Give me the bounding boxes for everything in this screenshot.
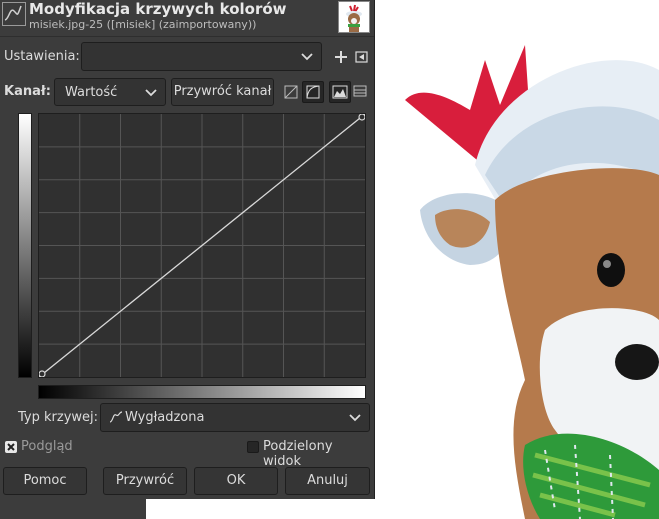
cancel-button[interactable]: Anuluj <box>285 467 370 495</box>
curve-control-point[interactable] <box>39 370 46 377</box>
preview-label: Podgląd <box>21 439 73 454</box>
split-view-checkbox[interactable] <box>247 441 259 453</box>
channel-value: Wartość <box>65 85 118 100</box>
split-view-label: Podzielony widok <box>263 439 333 469</box>
reindeer-plush-image <box>375 0 659 519</box>
histogram-icon[interactable] <box>329 81 351 103</box>
ok-button[interactable]: OK <box>194 467 278 495</box>
smooth-curve-icon <box>109 410 123 428</box>
curves-dialog: Modyfikacja krzywych kolorów misiek.jpg-… <box>0 0 375 499</box>
channel-combo[interactable]: Wartość <box>54 78 166 106</box>
reset-button[interactable]: Przywróć <box>103 467 187 495</box>
help-button[interactable]: Pomoc <box>3 467 87 495</box>
dialog-title: Modyfikacja krzywych kolorów <box>29 0 287 18</box>
reset-channel-button[interactable]: Przywróć kanał <box>171 78 274 106</box>
output-gradient-bar <box>18 113 32 378</box>
preview-checkbox[interactable] <box>5 441 17 453</box>
linear-histogram-icon[interactable] <box>280 81 302 103</box>
header-separator <box>0 36 374 37</box>
curve-type-label: Typ krzywej: <box>18 410 99 425</box>
image-thumbnail <box>338 1 370 33</box>
curve-type-value: Wygładzona <box>125 410 205 425</box>
chevron-down-icon <box>145 87 157 102</box>
add-icon[interactable] <box>330 46 352 68</box>
curves-icon <box>2 2 26 26</box>
dialog-subtitle: misiek.jpg-25 ([misiek] (zaimportowany)) <box>29 18 257 31</box>
curve-canvas[interactable] <box>39 114 365 377</box>
bars-icon[interactable] <box>350 81 372 103</box>
settings-label: Ustawienia: <box>4 49 80 64</box>
window-bottom-edge <box>0 499 146 519</box>
log-histogram-icon[interactable] <box>302 81 324 103</box>
curve-control-point[interactable] <box>358 114 365 121</box>
curve-type-combo[interactable]: Wygładzona <box>100 403 370 432</box>
settings-combo[interactable] <box>81 42 322 71</box>
chevron-down-icon <box>301 51 313 66</box>
curve-editor[interactable] <box>38 113 366 378</box>
channel-label: Kanał: <box>4 84 51 99</box>
chevron-down-icon <box>349 412 361 427</box>
menu-arrow-icon[interactable] <box>351 46 373 68</box>
dialog-header: Modyfikacja krzywych kolorów misiek.jpg-… <box>0 0 374 36</box>
input-gradient-bar <box>38 385 366 399</box>
